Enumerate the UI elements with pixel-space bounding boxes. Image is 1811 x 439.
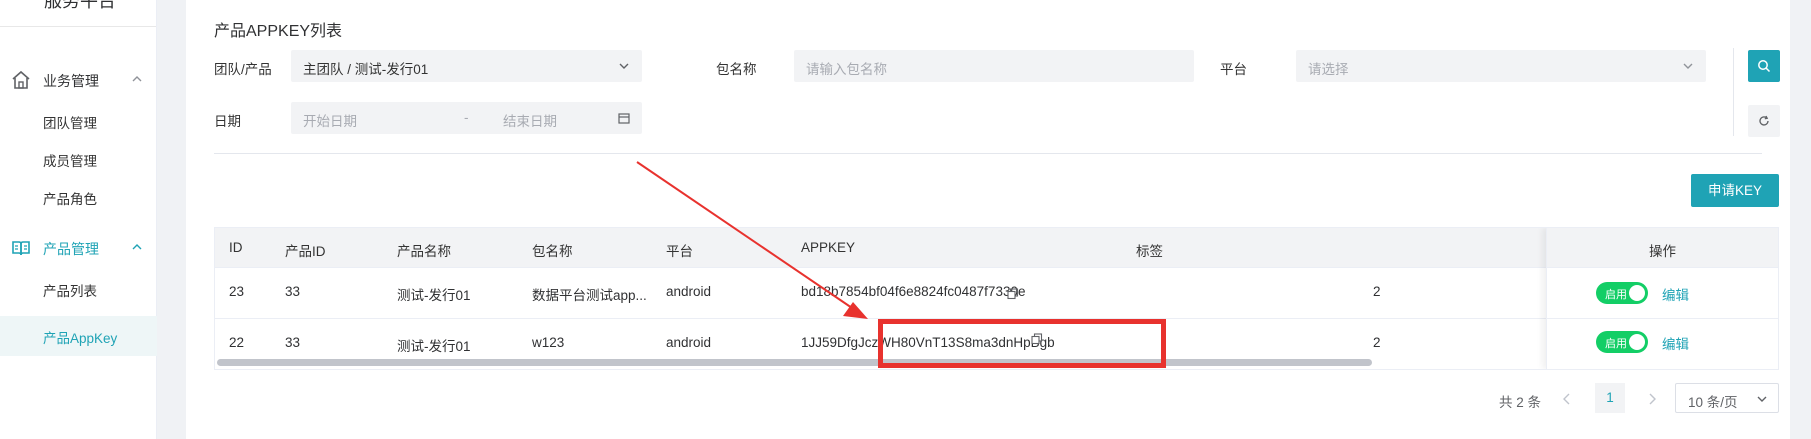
chevron-down-icon bbox=[1757, 396, 1767, 402]
column-header-actions: 操作 bbox=[1649, 244, 1676, 259]
sidebar-item-label: 团队管理 bbox=[43, 116, 97, 131]
table-row: 23 33 测试-发行01 数据平台测试app... android bd18b… bbox=[215, 268, 1778, 319]
sidebar-item-label: 产品角色 bbox=[43, 192, 97, 207]
chevron-up-icon bbox=[132, 76, 142, 82]
home-icon bbox=[12, 70, 30, 89]
cell-id: 23 bbox=[229, 284, 245, 299]
status-toggle[interactable]: 启用 bbox=[1596, 282, 1648, 304]
toggle-label: 启用 bbox=[1605, 289, 1627, 301]
date-range-picker[interactable]: 开始日期 - 结束日期 bbox=[291, 102, 642, 134]
actions-row: 启用 编辑 bbox=[1547, 268, 1778, 319]
calendar-icon bbox=[618, 113, 630, 124]
edit-link[interactable]: 编辑 bbox=[1662, 284, 1689, 304]
search-icon bbox=[1758, 60, 1771, 73]
reset-button[interactable] bbox=[1748, 105, 1780, 137]
brand-title: 服务平台 bbox=[44, 0, 116, 11]
page-title: 产品APPKEY列表 bbox=[214, 23, 343, 40]
actions-row: 启用 编辑 bbox=[1547, 319, 1778, 369]
sidebar-item-label: 产品AppKey bbox=[43, 331, 118, 346]
package-name-placeholder: 请输入包名称 bbox=[806, 62, 887, 77]
toggle-knob bbox=[1629, 285, 1645, 301]
package-name-input[interactable]: 请输入包名称 bbox=[794, 50, 1194, 82]
cell-partial: 2 bbox=[1373, 335, 1381, 350]
edit-link[interactable]: 编辑 bbox=[1662, 333, 1689, 353]
fixed-actions-column: 操作 启用 编辑 启用 编辑 bbox=[1546, 228, 1778, 369]
sidebar-item-team[interactable]: 团队管理 bbox=[0, 101, 157, 141]
team-product-value: 主团队 / 测试-发行01 bbox=[303, 62, 429, 77]
package-name-label: 包名称 bbox=[716, 62, 757, 77]
prev-page-icon[interactable] bbox=[1561, 392, 1573, 406]
cell-platform: android bbox=[666, 284, 712, 299]
filter-divider-vertical bbox=[1733, 48, 1734, 136]
cell-id: 22 bbox=[229, 335, 245, 350]
chevron-down-icon bbox=[619, 63, 629, 69]
column-header-id: ID bbox=[229, 240, 243, 255]
team-product-label: 团队/产品 bbox=[214, 62, 272, 77]
apply-key-button[interactable]: 申请KEY bbox=[1691, 174, 1779, 207]
menu-group-label: 产品管理 bbox=[43, 241, 99, 257]
book-icon bbox=[12, 241, 30, 256]
column-header-appkey: APPKEY bbox=[801, 240, 856, 255]
menu-group-business[interactable]: 业务管理 bbox=[0, 58, 157, 102]
cell-product-id: 33 bbox=[285, 284, 301, 299]
sidebar-item-product-appkey[interactable]: 产品AppKey bbox=[0, 316, 157, 356]
sidebar-item-roles[interactable]: 产品角色 bbox=[0, 177, 157, 217]
column-header-platform: 平台 bbox=[666, 244, 693, 259]
refresh-icon bbox=[1759, 115, 1769, 126]
page-size-value: 10 条/页 bbox=[1688, 395, 1738, 410]
date-start-placeholder: 开始日期 bbox=[303, 114, 357, 129]
next-page-icon[interactable] bbox=[1646, 392, 1658, 406]
column-header-product-name: 产品名称 bbox=[397, 244, 451, 259]
toggle-label: 启用 bbox=[1605, 338, 1627, 350]
cell-package: w123 bbox=[532, 335, 565, 350]
cell-platform: android bbox=[666, 335, 712, 350]
status-toggle[interactable]: 启用 bbox=[1596, 331, 1648, 353]
sidebar: 服务平台 业务管理 团队管理 成员管理 产品角色 产品管理 产品列表 产品App… bbox=[0, 0, 157, 439]
cell-product-name: 测试-发行01 bbox=[397, 288, 471, 303]
sidebar-item-label: 产品列表 bbox=[43, 284, 97, 299]
date-separator: - bbox=[464, 110, 469, 125]
main-panel: 产品APPKEY列表 团队/产品 主团队 / 测试-发行01 包名称 请输入包名… bbox=[186, 0, 1790, 439]
filter-divider bbox=[214, 153, 1762, 154]
platform-label: 平台 bbox=[1220, 62, 1247, 77]
date-end-placeholder: 结束日期 bbox=[503, 114, 557, 129]
menu-group-product[interactable]: 产品管理 bbox=[0, 226, 157, 270]
brand-header: 服务平台 bbox=[0, 0, 156, 27]
date-label: 日期 bbox=[214, 114, 241, 129]
horizontal-scrollbar[interactable] bbox=[217, 359, 1372, 366]
table-header: ID 产品ID 产品名称 包名称 平台 APPKEY 标签 bbox=[215, 228, 1778, 268]
column-header-package: 包名称 bbox=[532, 244, 573, 259]
annotation-highlight-box bbox=[878, 319, 1166, 368]
pagination-total: 共 2 条 bbox=[1499, 395, 1542, 410]
chevron-up-icon bbox=[132, 244, 142, 250]
sidebar-item-members[interactable]: 成员管理 bbox=[0, 139, 157, 179]
column-header-tag: 标签 bbox=[1136, 244, 1163, 259]
page-size-select[interactable]: 10 条/页 bbox=[1675, 383, 1779, 413]
column-header-actions-cell: 操作 bbox=[1547, 228, 1778, 268]
page-number-current[interactable]: 1 bbox=[1595, 383, 1625, 413]
sidebar-item-label: 成员管理 bbox=[43, 154, 97, 169]
sidebar-item-product-list[interactable]: 产品列表 bbox=[0, 269, 157, 309]
team-product-select[interactable]: 主团队 / 测试-发行01 bbox=[291, 50, 642, 82]
cell-partial: 2 bbox=[1373, 284, 1381, 299]
cell-package: 数据平台测试app... bbox=[532, 288, 647, 303]
cell-product-name: 测试-发行01 bbox=[397, 339, 471, 354]
copy-icon[interactable] bbox=[1007, 288, 1019, 300]
platform-placeholder: 请选择 bbox=[1308, 62, 1349, 77]
platform-select[interactable]: 请选择 bbox=[1296, 50, 1706, 82]
chevron-down-icon bbox=[1683, 63, 1693, 69]
toggle-knob bbox=[1629, 334, 1645, 350]
column-header-product-id: 产品ID bbox=[285, 244, 326, 259]
cell-product-id: 33 bbox=[285, 335, 301, 350]
search-button[interactable] bbox=[1748, 50, 1780, 82]
menu-group-label: 业务管理 bbox=[43, 73, 99, 89]
cell-appkey: bd18b7854bf04f6e8824fc0487f7330e bbox=[801, 284, 1026, 299]
